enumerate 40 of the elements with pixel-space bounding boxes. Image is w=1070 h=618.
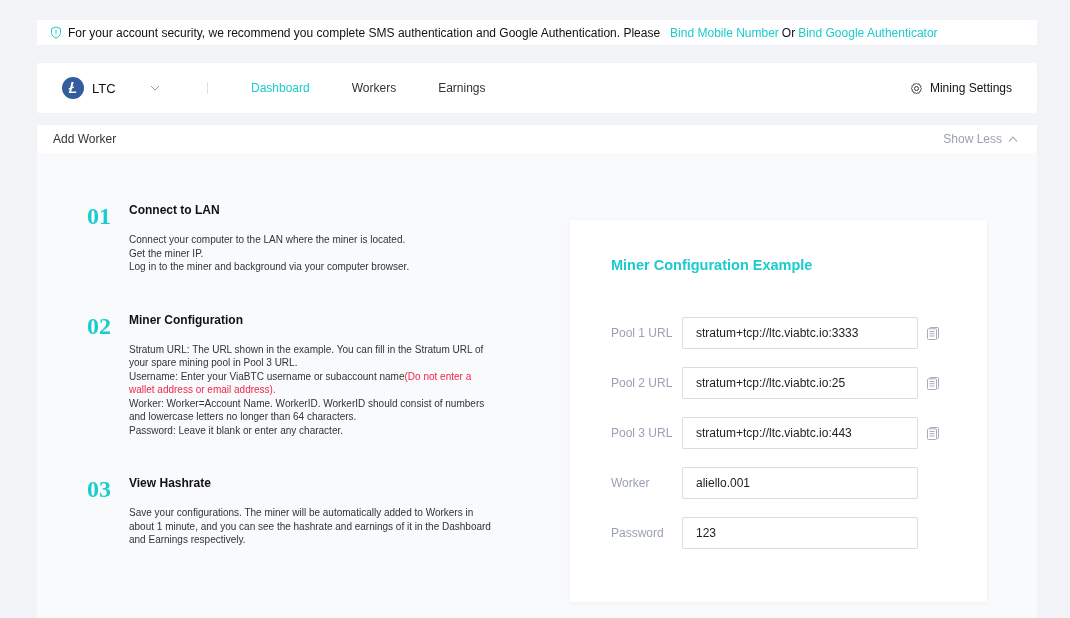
input-field[interactable]: stratum+tcp://ltc.viabtc.io:443 [682, 417, 918, 449]
nav-tab[interactable]: Earnings [438, 81, 486, 95]
nav-tab[interactable]: Workers [351, 81, 397, 95]
step-title: View Hashrate [129, 476, 212, 490]
step-description: Stratum URL: The URL shown in the example. You can fill in the Stratum URL of your spare mining pool in Pool 3 URL. [129, 342, 485, 370]
input-field[interactable]: stratum+tcp://ltc.viabtc.io:3333 [682, 317, 918, 349]
field-label: Pool 1 URL [611, 326, 674, 340]
step-description: Username: Enter your ViaBTC username or subaccount name(Do not enter a wallet address or email address). [129, 369, 473, 397]
step-description: Connect your computer to the LAN where the miner is located. [129, 233, 407, 247]
field-label: Password [611, 526, 665, 540]
step-number: 02 [87, 314, 112, 341]
settings-icon [909, 81, 923, 95]
or-text: Or [781, 25, 796, 40]
copy-icon[interactable] [927, 326, 939, 340]
input-field[interactable]: aliello.001 [682, 467, 918, 499]
step-description: Password: Leave it blank or enter any character. [129, 423, 344, 437]
section-title: Add Worker [53, 132, 117, 146]
chevron-down-icon[interactable] [150, 85, 160, 91]
example-title: Miner Configuration Example [611, 257, 814, 273]
chevron-up-icon [1008, 136, 1018, 142]
copy-icon[interactable] [927, 426, 939, 440]
step-number: 01 [87, 205, 112, 231]
step-description: Worker: Worker=Account Name. WorkerID. WorkerID should consist of numbers and lowercase letters no longer than 64 characters. [129, 396, 486, 424]
step-description: Get the miner IP. [129, 246, 205, 260]
input-field[interactable]: stratum+tcp://ltc.viabtc.io:25 [682, 367, 918, 399]
mining-settings-button[interactable]: Mining Settings [909, 81, 1012, 95]
input-field[interactable]: 123 [682, 517, 918, 549]
coin-label[interactable]: LTC [92, 80, 150, 96]
step-number: 03 [87, 478, 112, 504]
shield-icon [50, 26, 62, 39]
field-label: Worker [611, 476, 651, 490]
step-title: Miner Configuration [129, 312, 244, 327]
step-description: Save your configurations. The miner will be automatically added to Workers in about 1 minute, and you can see the hashrate and earnings of it in the Dashboard and Earnings respectively. [129, 506, 491, 547]
copy-icon[interactable] [927, 376, 939, 390]
security-notice: For your account security, we recommend you complete SMS authentication and Google Authentication. Please [68, 25, 661, 40]
litecoin-logo-icon [62, 77, 84, 99]
field-label: Pool 2 URL [611, 376, 674, 390]
step-description: Log in to the miner and background via your computer browser. [129, 260, 411, 274]
step-title: Connect to LAN [129, 203, 221, 217]
field-label: Pool 3 URL [611, 426, 674, 440]
